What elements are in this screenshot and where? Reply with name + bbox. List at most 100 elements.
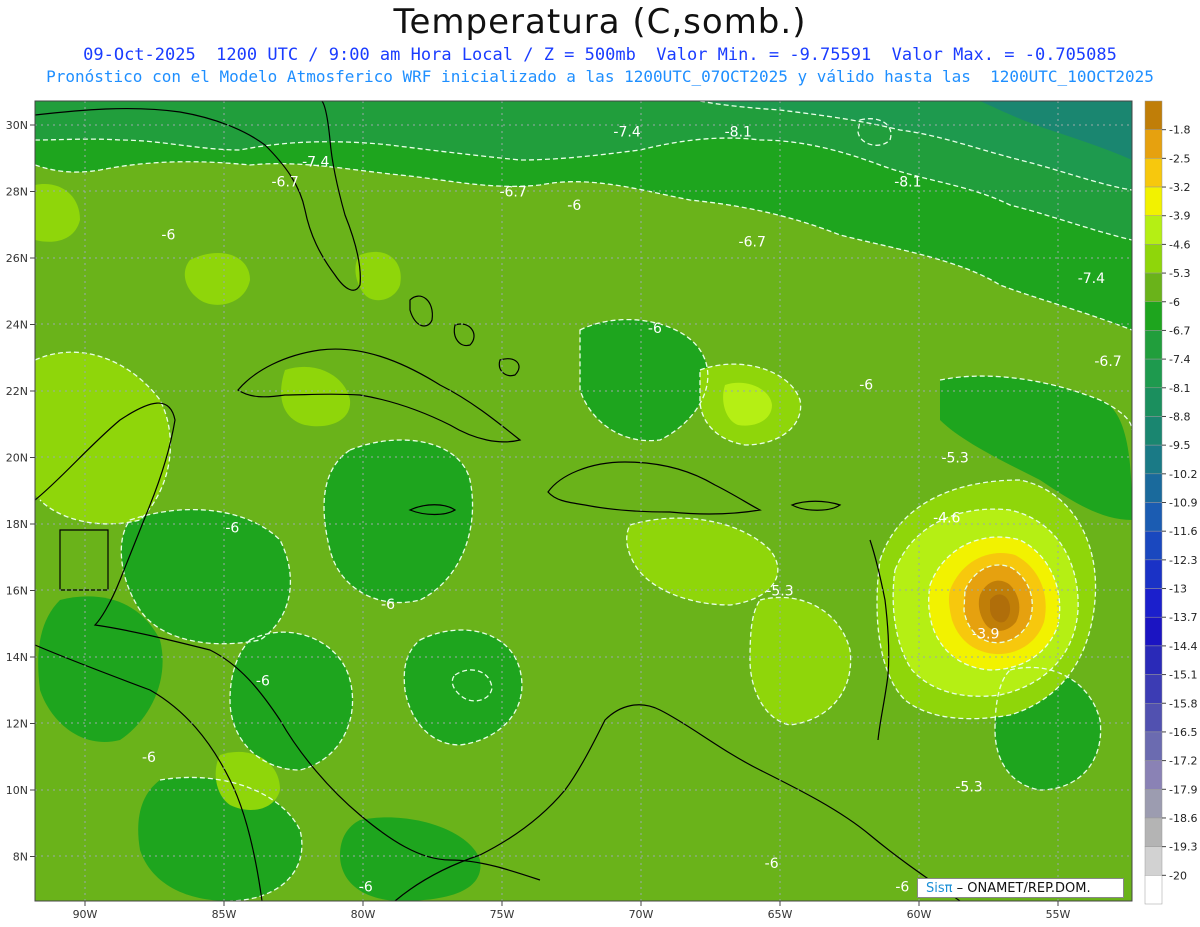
lat-tick-label: 8N	[13, 851, 28, 864]
colorbar-swatch	[1144, 272, 1163, 303]
colorbar-label: -12.3	[1169, 554, 1197, 567]
colorbar-label: -14.4	[1169, 640, 1197, 653]
colorbar-label: -5.3	[1169, 267, 1190, 280]
lat-tick-label: 18N	[6, 518, 28, 531]
colorbar-swatch	[1144, 760, 1163, 790]
colorbar: -1.8 -2.5 -3.2 -3.9 -4.6 -5.3 -6 -6.7 -7.4 -8.1 -8…	[1144, 100, 1197, 905]
credit-brand: Sisπ	[926, 881, 953, 896]
lat-tick-label: 30N	[6, 119, 28, 132]
contour-label: -7.4	[1078, 271, 1105, 287]
temperature-map: 30N 28N 26N 24N 22N 20N 18N 16N 14N 12N 10N 8N 90W 8…	[6, 100, 1197, 921]
lon-tick-label: 65W	[768, 908, 793, 921]
colorbar-label: -13.7	[1169, 611, 1197, 624]
lat-tick-label: 22N	[6, 385, 28, 398]
colorbar-swatch	[1144, 387, 1163, 417]
longitude-axis: 90W 85W 80W 75W 70W 65W 60W 55W	[73, 901, 1071, 921]
colorbar-swatch	[1144, 129, 1163, 159]
contour-label: -6	[859, 377, 873, 393]
colorbar-label: -3.9	[1169, 210, 1190, 223]
lon-tick-label: 85W	[212, 908, 237, 921]
colorbar-swatch	[1144, 645, 1163, 675]
contour-label: -6	[765, 856, 779, 872]
lon-tick-label: 55W	[1046, 908, 1071, 921]
credit-box: Sisπ – ONAMET/REP.DOM.	[917, 878, 1124, 898]
contour-label: -8.1	[894, 175, 921, 191]
colorbar-swatch	[1144, 875, 1163, 905]
colorbar-swatch	[1144, 817, 1163, 847]
colorbar-swatch	[1144, 502, 1163, 532]
lat-tick-label: 14N	[6, 651, 28, 664]
colorbar-label: -10.9	[1169, 497, 1197, 510]
contour-label: -6	[381, 597, 395, 613]
colorbar-label: -7.4	[1169, 353, 1190, 366]
colorbar-swatch	[1144, 215, 1163, 245]
colorbar-swatch	[1144, 100, 1163, 130]
colorbar-swatch	[1144, 301, 1163, 331]
lat-tick-label: 16N	[6, 585, 28, 598]
colorbar-label: -19.3	[1169, 841, 1197, 854]
lat-tick-label: 26N	[6, 252, 28, 265]
colorbar-swatch	[1144, 330, 1163, 360]
contour-label: -6	[359, 879, 373, 895]
colorbar-swatch	[1144, 731, 1163, 761]
colorbar-label: -8.1	[1169, 382, 1190, 395]
contour-label: -4.6	[933, 510, 960, 526]
lat-tick-label: 12N	[6, 718, 28, 731]
colorbar-swatch	[1144, 846, 1163, 876]
contour-label: -7.4	[613, 125, 640, 141]
lon-tick-label: 60W	[907, 908, 932, 921]
contour-label: -7.4	[302, 155, 329, 171]
colorbar-label: -17.2	[1169, 755, 1197, 768]
colorbar-label: -16.5	[1169, 726, 1197, 739]
colorbar-label: -6.7	[1169, 324, 1190, 337]
lon-tick-label: 80W	[351, 908, 376, 921]
contour-label: -6.7	[739, 234, 766, 250]
contour-label: -3.9	[972, 627, 999, 643]
contour-label: -6	[567, 198, 581, 214]
contour-label: -5.3	[955, 780, 982, 796]
colorbar-swatch	[1144, 416, 1163, 446]
colorbar-swatch	[1144, 530, 1163, 561]
colorbar-swatch	[1144, 789, 1163, 819]
contour-label: -5.3	[941, 451, 968, 467]
lon-tick-label: 70W	[629, 908, 654, 921]
colorbar-swatch	[1144, 674, 1163, 704]
colorbar-label: -18.6	[1169, 812, 1197, 825]
colorbar-label: -6	[1169, 296, 1180, 309]
latitude-axis: 30N 28N 26N 24N 22N 20N 18N 16N 14N 12N 10N 8N	[6, 119, 35, 864]
contour-label: -6.7	[1094, 354, 1121, 370]
lon-tick-label: 75W	[490, 908, 515, 921]
credit-text: – ONAMET/REP.DOM.	[952, 881, 1091, 896]
colorbar-label: -11.6	[1169, 525, 1197, 538]
colorbar-swatch	[1144, 559, 1163, 589]
lat-tick-label: 10N	[6, 784, 28, 797]
colorbar-label: -3.2	[1169, 181, 1190, 194]
colorbar-swatch	[1144, 358, 1163, 389]
colorbar-swatch	[1144, 444, 1163, 475]
lat-tick-label: 24N	[6, 319, 28, 332]
colorbar-swatch	[1144, 473, 1163, 503]
lat-tick-label: 20N	[6, 452, 28, 465]
contour-label: -8.1	[725, 125, 752, 141]
contour-label: -6.7	[499, 185, 526, 201]
contour-label: -6	[225, 520, 239, 536]
contour-label: -6	[142, 750, 156, 766]
lon-tick-label: 90W	[73, 908, 98, 921]
lat-tick-label: 28N	[6, 186, 28, 199]
colorbar-label: -20	[1169, 869, 1187, 882]
colorbar-label: -17.9	[1169, 783, 1197, 796]
colorbar-swatch	[1144, 703, 1163, 733]
colorbar-label: -4.6	[1169, 238, 1190, 251]
contour-label: -5.3	[766, 584, 793, 600]
colorbar-label: -15.8	[1169, 697, 1197, 710]
colorbar-label: -10.2	[1169, 468, 1197, 481]
colorbar-swatch	[1144, 616, 1163, 647]
colorbar-label: -15.1	[1169, 669, 1197, 682]
colorbar-label: -9.5	[1169, 439, 1190, 452]
colorbar-label: -8.8	[1169, 410, 1190, 423]
colorbar-label: -2.5	[1169, 152, 1190, 165]
colorbar-swatch	[1144, 244, 1163, 274]
colorbar-swatch	[1144, 186, 1163, 216]
contour-label: -6	[256, 673, 270, 689]
colorbar-swatch	[1144, 158, 1163, 188]
